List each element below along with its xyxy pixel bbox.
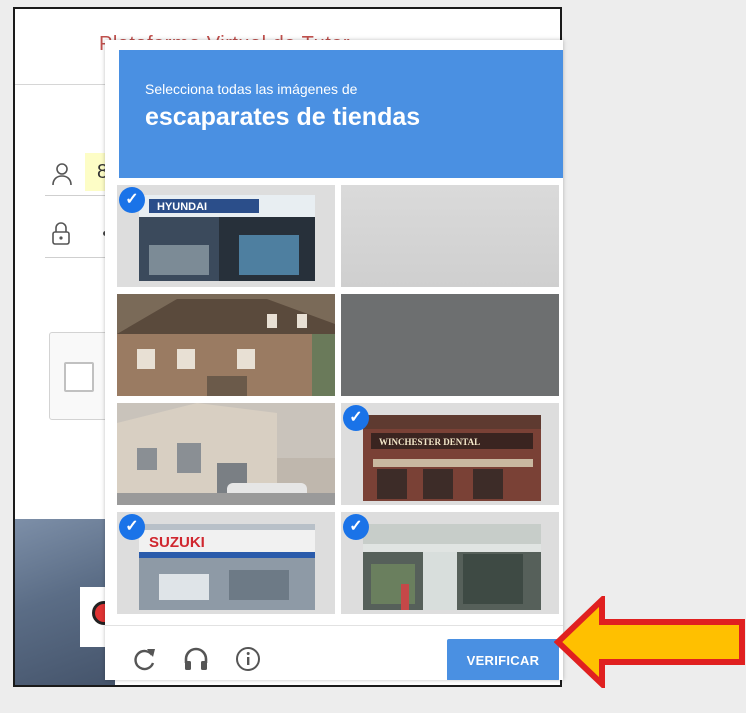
captcha-tile[interactable] bbox=[341, 185, 559, 287]
tile-image-dental: WINCHESTER DENTAL bbox=[363, 415, 541, 501]
selected-check-icon: ✓ bbox=[119, 187, 145, 213]
hyundai-sign: HYUNDAI bbox=[157, 201, 207, 213]
info-icon[interactable] bbox=[235, 646, 261, 676]
dental-sign: WINCHESTER DENTAL bbox=[379, 437, 480, 447]
tile-image-building bbox=[117, 403, 335, 505]
captcha-tile[interactable] bbox=[117, 403, 335, 505]
suzuki-sign: SUZUKI bbox=[149, 534, 205, 551]
captcha-tile[interactable]: ✓ WINCHESTER DENTAL bbox=[341, 403, 559, 505]
verify-button[interactable]: VERIFICAR bbox=[447, 639, 559, 680]
challenge-instruction: Selecciona todas las imágenes de bbox=[145, 81, 358, 97]
selected-check-icon: ✓ bbox=[343, 514, 369, 540]
challenge-header: Selecciona todas las imágenes de escapar… bbox=[119, 50, 563, 178]
tile-image-road bbox=[341, 294, 559, 396]
selected-check-icon: ✓ bbox=[343, 405, 369, 431]
user-icon bbox=[51, 162, 73, 190]
captcha-tile[interactable] bbox=[117, 294, 335, 396]
tile-image-house bbox=[117, 294, 335, 396]
reload-icon[interactable] bbox=[131, 646, 157, 676]
captcha-tile[interactable] bbox=[341, 294, 559, 396]
captcha-tile[interactable]: ✓ bbox=[341, 512, 559, 614]
tile-image-shopfront bbox=[363, 524, 541, 610]
captcha-tile[interactable]: ✓ HYUNDAI bbox=[117, 185, 335, 287]
pointer-arrow-icon bbox=[554, 596, 745, 688]
challenge-target: escaparates de tiendas bbox=[145, 103, 421, 131]
selected-check-icon: ✓ bbox=[119, 514, 145, 540]
recaptcha-checkbox[interactable] bbox=[64, 362, 94, 392]
lock-icon bbox=[51, 222, 71, 250]
footer-divider bbox=[105, 625, 563, 626]
tile-image-suzuki: SUZUKI bbox=[139, 524, 315, 610]
audio-headphones-icon[interactable] bbox=[183, 646, 209, 676]
tile-image-hyundai: HYUNDAI bbox=[139, 195, 315, 281]
captcha-tile[interactable]: ✓ SUZUKI bbox=[117, 512, 335, 614]
tile-image-sky bbox=[341, 185, 559, 287]
captcha-challenge-popup: Selecciona todas las imágenes de escapar… bbox=[105, 40, 563, 680]
